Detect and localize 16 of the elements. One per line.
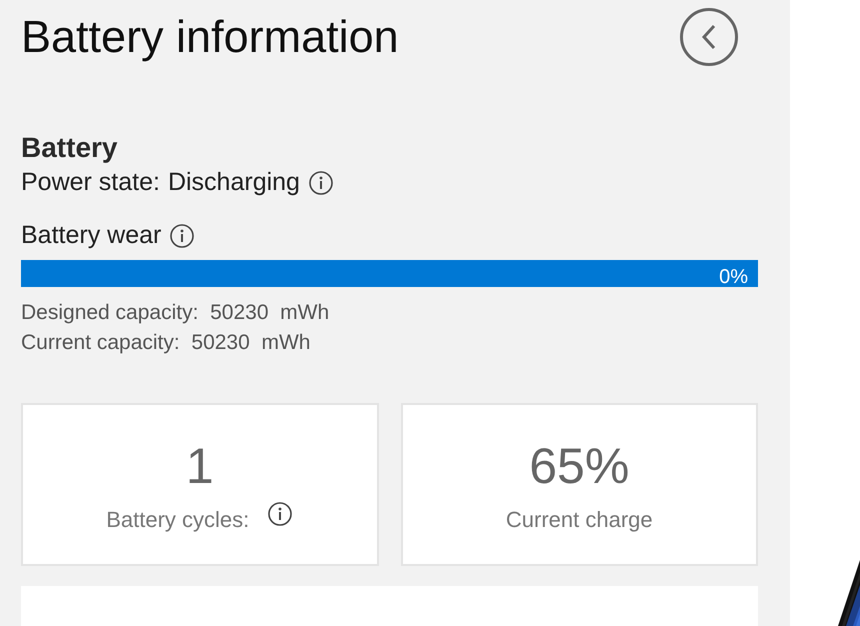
page-title: Battery information bbox=[21, 11, 399, 64]
stat-value: 1 bbox=[186, 436, 214, 494]
battery-wear-label: Battery wear bbox=[21, 221, 162, 250]
capacity-text: Current capacity: 50230 mWh bbox=[21, 331, 312, 355]
stat-label: Current charge bbox=[506, 506, 653, 532]
back-button[interactable] bbox=[680, 8, 738, 66]
stat-value: 65% bbox=[529, 436, 630, 494]
capacity-text: Designed capacity: 50230 mWh bbox=[21, 301, 330, 325]
info-icon[interactable] bbox=[169, 222, 196, 249]
section-heading: Battery bbox=[21, 132, 118, 164]
power-state-value: Discharging bbox=[168, 168, 300, 198]
wear-reading: 0% bbox=[719, 266, 748, 290]
info-icon[interactable] bbox=[308, 170, 334, 196]
stat-label: Battery cycles: bbox=[106, 506, 250, 532]
info-icon[interactable] bbox=[267, 500, 294, 526]
power-state-label: Power state: bbox=[21, 168, 160, 198]
